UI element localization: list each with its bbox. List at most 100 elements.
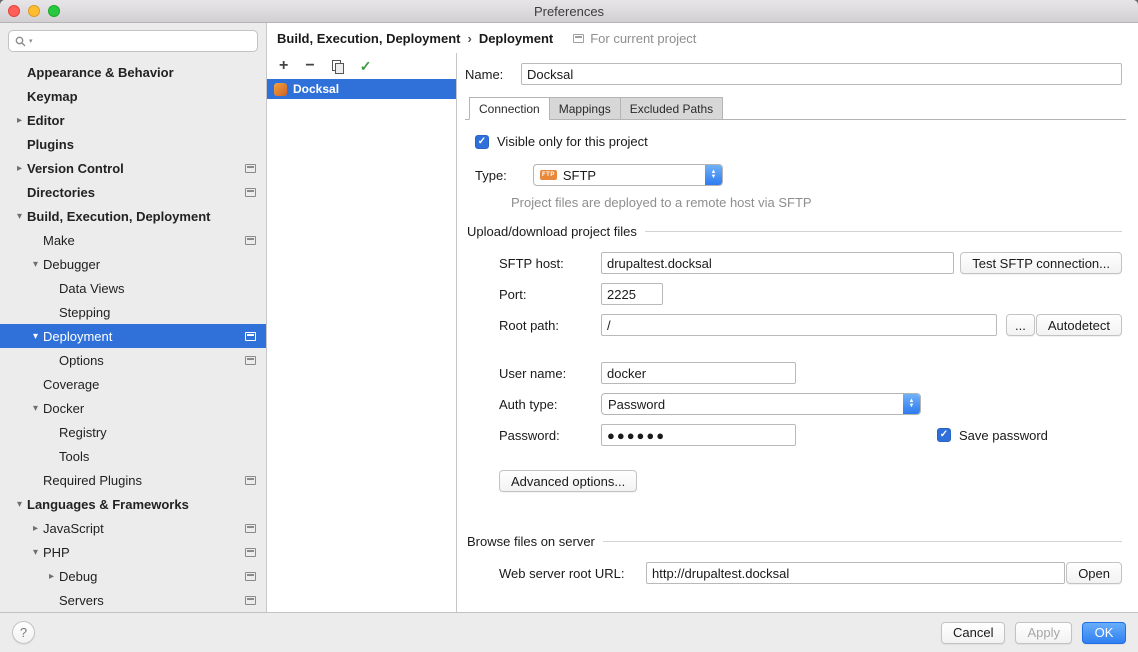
cancel-button[interactable]: Cancel <box>941 622 1005 644</box>
apply-button[interactable]: Apply <box>1015 622 1072 644</box>
per-project-icon <box>245 236 256 245</box>
server-list-panel: Docksal <box>267 53 457 612</box>
sidebar-item-tools[interactable]: Tools <box>0 444 266 468</box>
scope-indicator: For current project <box>573 31 696 46</box>
expand-arrow-icon[interactable]: ▸ <box>12 163 27 174</box>
sidebar-item-label: Version Control <box>27 161 124 176</box>
root-path-label: Root path: <box>499 318 601 333</box>
minimize-window-button[interactable] <box>28 5 40 17</box>
collapse-arrow-icon[interactable]: ▾ <box>28 331 43 342</box>
password-input[interactable] <box>601 424 796 446</box>
sidebar-item-editor[interactable]: ▸Editor <box>0 108 266 132</box>
open-button[interactable]: Open <box>1066 562 1122 584</box>
type-row: Type: FTP SFTP ▲▼ <box>475 164 1126 186</box>
server-list-item-docksal[interactable]: Docksal <box>267 79 456 99</box>
web-root-input[interactable] <box>646 562 1065 584</box>
close-window-button[interactable] <box>8 5 20 17</box>
sidebar-item-coverage[interactable]: Coverage <box>0 372 266 396</box>
sidebar-item-php[interactable]: ▾PHP <box>0 540 266 564</box>
port-input[interactable] <box>601 283 663 305</box>
auth-type-label: Auth type: <box>499 397 601 412</box>
sidebar-item-registry[interactable]: Registry <box>0 420 266 444</box>
advanced-options-row: Advanced options... <box>499 470 1126 492</box>
sidebar-item-debug[interactable]: ▸Debug <box>0 564 266 588</box>
user-name-input[interactable] <box>601 362 796 384</box>
expand-arrow-icon[interactable]: ▸ <box>28 523 43 534</box>
browse-root-button[interactable]: ... <box>1006 314 1035 336</box>
tab-bar: ConnectionMappingsExcluded Paths <box>465 97 1126 120</box>
sidebar-item-javascript[interactable]: ▸JavaScript <box>0 516 266 540</box>
per-project-icon <box>245 332 256 341</box>
help-button[interactable]: ? <box>12 621 35 644</box>
per-project-icon <box>245 524 256 533</box>
expand-arrow-icon[interactable]: ▸ <box>44 571 59 582</box>
tab-mappings[interactable]: Mappings <box>549 97 621 120</box>
save-password-label: Save password <box>959 428 1048 443</box>
right-area: Build, Execution, Deployment › Deploymen… <box>267 23 1138 612</box>
sidebar-item-stepping[interactable]: Stepping <box>0 300 266 324</box>
sidebar-item-debugger[interactable]: ▾Debugger <box>0 252 266 276</box>
breadcrumb-section[interactable]: Build, Execution, Deployment <box>277 31 460 46</box>
sidebar-item-plugins[interactable]: Plugins <box>0 132 266 156</box>
test-connection-button[interactable]: Test SFTP connection... <box>960 252 1122 274</box>
sidebar-item-label: Languages & Frameworks <box>27 497 189 512</box>
search-caret-icon: ▾ <box>29 37 33 45</box>
name-label: Name: <box>465 67 521 82</box>
sidebar-item-languages-frameworks[interactable]: ▾Languages & Frameworks <box>0 492 266 516</box>
remove-icon[interactable] <box>305 57 314 75</box>
collapse-arrow-icon[interactable]: ▾ <box>12 499 27 510</box>
web-root-row: Web server root URL: Open <box>499 562 1122 584</box>
sidebar-item-make[interactable]: Make <box>0 228 266 252</box>
type-select[interactable]: FTP SFTP ▲▼ <box>533 164 723 186</box>
auth-type-row: Auth type: Password ▲▼ <box>499 393 1122 415</box>
sftp-icon: FTP <box>540 170 557 180</box>
root-path-input[interactable] <box>601 314 997 336</box>
name-input[interactable] <box>521 63 1122 85</box>
copy-icon[interactable] <box>332 60 343 73</box>
sidebar-item-options[interactable]: Options <box>0 348 266 372</box>
titlebar: Preferences <box>0 0 1138 23</box>
collapse-arrow-icon[interactable]: ▾ <box>12 211 27 222</box>
sidebar-item-label: Editor <box>27 113 65 128</box>
expand-arrow-icon[interactable]: ▸ <box>12 115 27 126</box>
collapse-arrow-icon[interactable]: ▾ <box>28 403 43 414</box>
search-input[interactable] <box>36 34 251 48</box>
sidebar-item-label: Debug <box>59 569 97 584</box>
collapse-arrow-icon[interactable]: ▾ <box>28 547 43 558</box>
upload-section-separator: Upload/download project files <box>467 224 1122 239</box>
per-project-icon <box>245 356 256 365</box>
advanced-options-button[interactable]: Advanced options... <box>499 470 637 492</box>
zoom-window-button[interactable] <box>48 5 60 17</box>
sidebar-item-required-plugins[interactable]: Required Plugins <box>0 468 266 492</box>
sidebar-item-build-execution-deployment[interactable]: ▾Build, Execution, Deployment <box>0 204 266 228</box>
visible-only-checkbox[interactable] <box>475 135 489 149</box>
sftp-host-input[interactable] <box>601 252 954 274</box>
sidebar-item-deployment[interactable]: ▾Deployment <box>0 324 266 348</box>
tab-connection[interactable]: Connection <box>469 97 550 120</box>
tab-excluded-paths[interactable]: Excluded Paths <box>620 97 723 120</box>
root-path-row: Root path: ... Autodetect <box>499 314 1122 336</box>
sidebar-item-appearance-behavior[interactable]: Appearance & Behavior <box>0 60 266 84</box>
sidebar-item-label: JavaScript <box>43 521 104 536</box>
collapse-arrow-icon[interactable]: ▾ <box>28 259 43 270</box>
sidebar-item-label: PHP <box>43 545 70 560</box>
sidebar-item-directories[interactable]: Directories <box>0 180 266 204</box>
auth-type-select[interactable]: Password ▲▼ <box>601 393 921 415</box>
footer-buttons: Cancel Apply OK <box>941 622 1126 644</box>
sidebar-item-label: Registry <box>59 425 107 440</box>
settings-search[interactable]: ▾ <box>8 30 258 52</box>
ok-button[interactable]: OK <box>1082 622 1126 644</box>
import-icon[interactable] <box>360 58 372 75</box>
autodetect-button[interactable]: Autodetect <box>1036 314 1122 336</box>
sidebar-item-keymap[interactable]: Keymap <box>0 84 266 108</box>
sidebar-item-version-control[interactable]: ▸Version Control <box>0 156 266 180</box>
sidebar-item-servers[interactable]: Servers <box>0 588 266 612</box>
sidebar-item-data-views[interactable]: Data Views <box>0 276 266 300</box>
breadcrumb-page: Deployment <box>479 31 553 46</box>
sidebar-item-docker[interactable]: ▾Docker <box>0 396 266 420</box>
user-name-row: User name: <box>499 362 1122 384</box>
per-project-icon <box>245 572 256 581</box>
deployment-split: Docksal Name: ConnectionMappingsExcluded… <box>267 53 1138 612</box>
save-password-checkbox[interactable] <box>937 428 951 442</box>
add-icon[interactable] <box>279 57 288 75</box>
